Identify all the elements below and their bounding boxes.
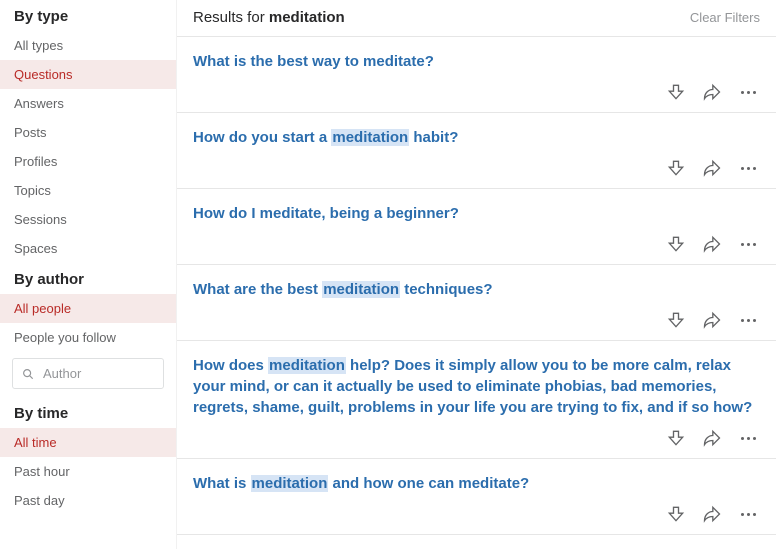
- title-text: techniques?: [400, 281, 493, 298]
- result-card: How does meditation help? Does it simply…: [177, 341, 776, 459]
- result-title[interactable]: What is meditation and how one can medit…: [193, 473, 760, 494]
- share-icon[interactable]: [702, 504, 722, 524]
- results-for-label: Results for meditation: [193, 9, 345, 26]
- results-query: meditation: [269, 9, 345, 26]
- result-actions: [193, 504, 760, 524]
- highlight-text: meditation: [251, 475, 329, 492]
- main: Results for meditation Clear Filters Wha…: [177, 0, 776, 549]
- more-icon[interactable]: [738, 234, 758, 254]
- sidebar-item[interactable]: Answers: [0, 89, 176, 118]
- title-text: How do I meditate, being a beginner?: [193, 205, 459, 222]
- result-title[interactable]: How do I meditate, being a beginner?: [193, 203, 760, 224]
- title-text: habit?: [409, 129, 458, 146]
- result-title[interactable]: How do you start a meditation habit?: [193, 127, 760, 148]
- results-prefix: Results for: [193, 9, 269, 26]
- result-actions: [193, 310, 760, 330]
- highlight-text: meditation: [322, 281, 400, 298]
- sidebar-heading: By time: [0, 397, 176, 428]
- sidebar-list: All timePast hourPast day: [0, 428, 176, 515]
- results-header: Results for meditation Clear Filters: [177, 0, 776, 37]
- sidebar-item[interactable]: All people: [0, 294, 176, 323]
- more-icon[interactable]: [738, 158, 758, 178]
- title-text: What is the best way to meditate?: [193, 53, 434, 70]
- sidebar-item[interactable]: Topics: [0, 176, 176, 205]
- result-title[interactable]: How does meditation help? Does it simply…: [193, 355, 760, 418]
- more-icon[interactable]: [738, 504, 758, 524]
- downvote-icon[interactable]: [666, 310, 686, 330]
- result-card: How do I meditate, being a beginner?: [177, 189, 776, 265]
- title-text: How does: [193, 357, 268, 374]
- result-card: What are the best meditation techniques?: [177, 265, 776, 341]
- title-text: and how one can meditate?: [328, 475, 529, 492]
- more-icon[interactable]: [738, 82, 758, 102]
- sidebar-item[interactable]: All types: [0, 31, 176, 60]
- results-list: What is the best way to meditate? How do…: [177, 37, 776, 549]
- share-icon[interactable]: [702, 158, 722, 178]
- sidebar-heading: By type: [0, 0, 176, 31]
- sidebar-item[interactable]: Questions: [0, 60, 176, 89]
- share-icon[interactable]: [702, 310, 722, 330]
- sidebar-list: All peoplePeople you follow: [0, 294, 176, 352]
- sidebar: By typeAll typesQuestionsAnswersPostsPro…: [0, 0, 177, 549]
- sidebar-item[interactable]: Past day: [0, 486, 176, 515]
- share-icon[interactable]: [702, 428, 722, 448]
- sidebar-heading: By author: [0, 263, 176, 294]
- clear-filters-link[interactable]: Clear Filters: [690, 10, 760, 25]
- sidebar-item[interactable]: All time: [0, 428, 176, 457]
- sidebar-item[interactable]: Profiles: [0, 147, 176, 176]
- title-text: What are the best: [193, 281, 322, 298]
- search-icon: [21, 367, 35, 381]
- sidebar-item[interactable]: Past hour: [0, 457, 176, 486]
- title-text: What is: [193, 475, 251, 492]
- more-icon[interactable]: [738, 310, 758, 330]
- result-actions: [193, 428, 760, 448]
- share-icon[interactable]: [702, 234, 722, 254]
- sidebar-list: All typesQuestionsAnswersPostsProfilesTo…: [0, 31, 176, 263]
- result-title[interactable]: What is the best way to meditate?: [193, 51, 760, 72]
- result-card: What is the best way to meditate?: [177, 37, 776, 113]
- result-card: How do you start a meditation habit?: [177, 113, 776, 189]
- share-icon[interactable]: [702, 82, 722, 102]
- highlight-text: meditation: [268, 357, 346, 374]
- result-title[interactable]: What are the best meditation techniques?: [193, 279, 760, 300]
- sidebar-item[interactable]: Sessions: [0, 205, 176, 234]
- downvote-icon[interactable]: [666, 82, 686, 102]
- title-text: How do you start a: [193, 129, 331, 146]
- downvote-icon[interactable]: [666, 504, 686, 524]
- downvote-icon[interactable]: [666, 428, 686, 448]
- author-search-box: [12, 358, 164, 389]
- result-actions: [193, 234, 760, 254]
- result-actions: [193, 82, 760, 102]
- downvote-icon[interactable]: [666, 234, 686, 254]
- sidebar-item[interactable]: Posts: [0, 118, 176, 147]
- result-actions: [193, 158, 760, 178]
- highlight-text: meditation: [331, 129, 409, 146]
- downvote-icon[interactable]: [666, 158, 686, 178]
- sidebar-item[interactable]: People you follow: [0, 323, 176, 352]
- result-card: What is meditation and how one can medit…: [177, 459, 776, 535]
- sidebar-item[interactable]: Spaces: [0, 234, 176, 263]
- more-icon[interactable]: [738, 428, 758, 448]
